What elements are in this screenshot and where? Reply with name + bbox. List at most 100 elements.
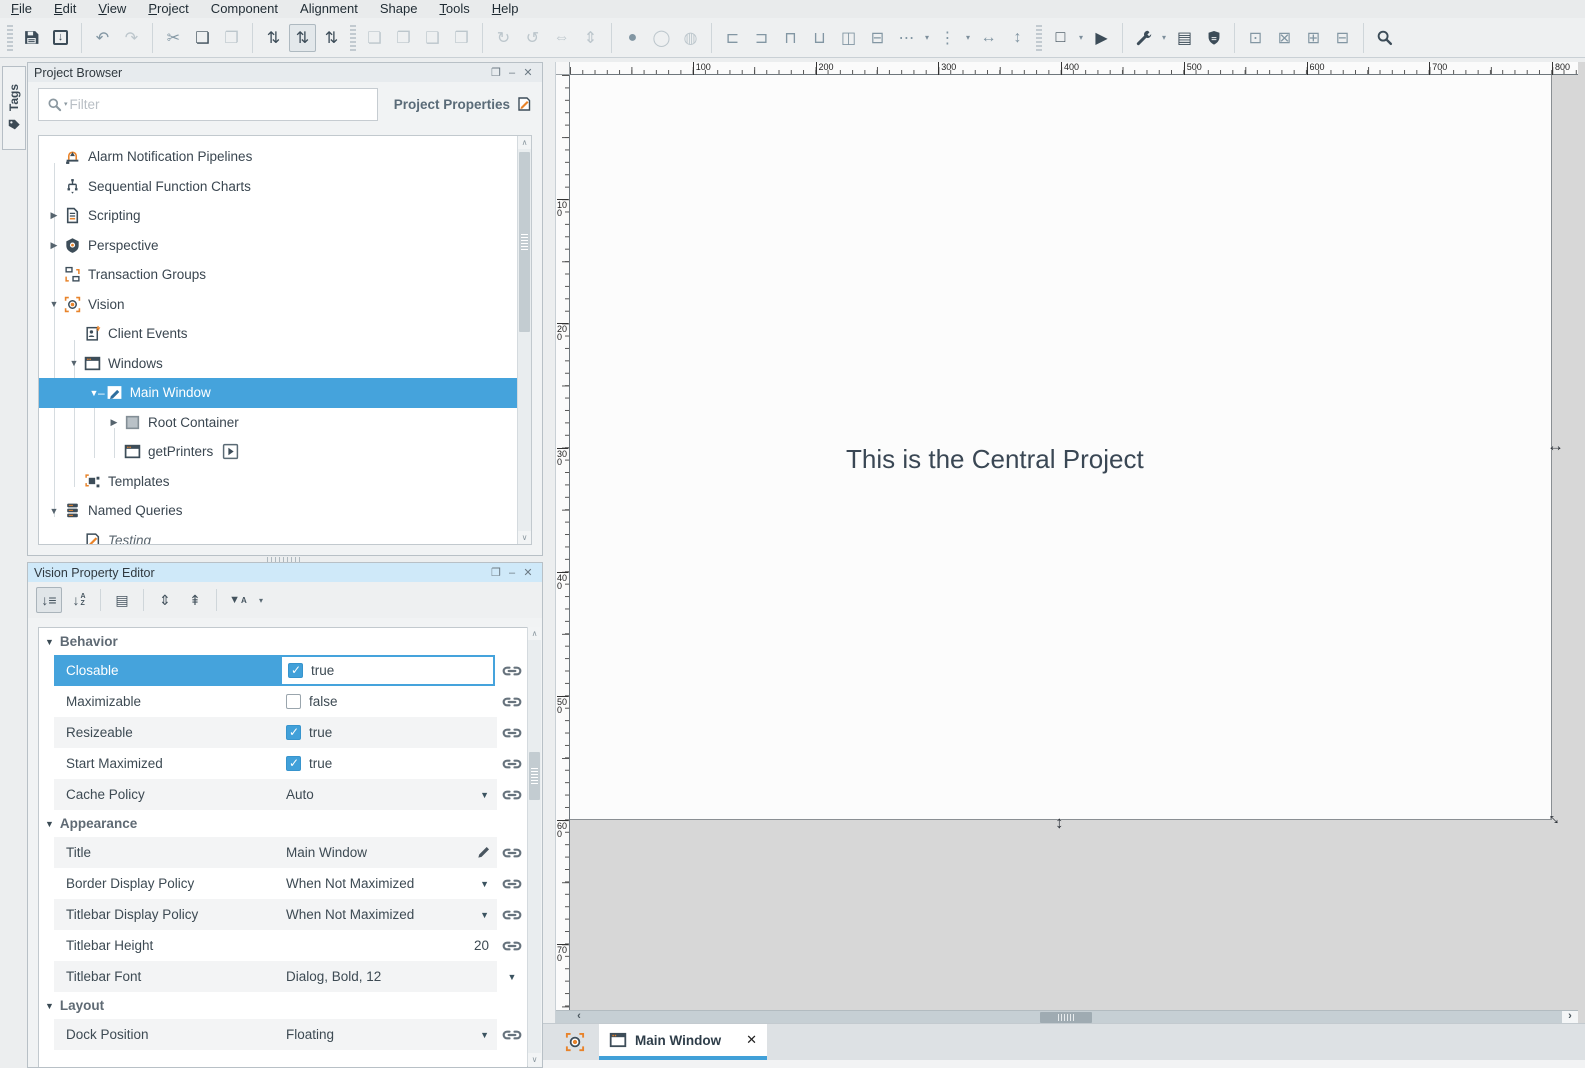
menu-tools[interactable]: Tools <box>428 0 480 18</box>
gateway-security-button[interactable] <box>1200 24 1227 52</box>
flip-vertical-button[interactable]: ⇕ <box>577 24 604 52</box>
align-center-v-button[interactable]: ⊟ <box>864 24 891 52</box>
align-top-button[interactable]: ⊓ <box>777 24 804 52</box>
close-panel-icon[interactable]: ✕ <box>520 566 536 579</box>
property-editor-scrollbar[interactable]: ∧ ∨ <box>527 627 541 1066</box>
tree-item-root-container[interactable]: ▶Root Container <box>39 408 517 438</box>
close-panel-icon[interactable]: ✕ <box>520 66 536 79</box>
distribute-h-caret-icon[interactable]: ▾ <box>922 33 932 42</box>
dropdown-titlebar-display-policy[interactable]: When Not Maximized▼ <box>280 899 497 930</box>
cut-button[interactable]: ✂ <box>160 24 187 52</box>
menu-file[interactable]: File <box>0 0 43 18</box>
edit-pencil-icon[interactable] <box>476 845 491 860</box>
save-import-icon[interactable]: ↓ <box>47 24 74 52</box>
align-bottom-button[interactable]: ⊔ <box>806 24 833 52</box>
bind-property-icon[interactable] <box>497 837 527 868</box>
undo-button[interactable]: ↶ <box>89 24 116 52</box>
collapse-section-icon[interactable]: ▼ <box>45 819 54 829</box>
bind-property-icon[interactable] <box>497 717 527 748</box>
expand-categories-button[interactable]: ⇕ <box>152 587 178 613</box>
dropdown-caret-icon[interactable]: ▼ <box>480 1030 491 1040</box>
copy-button[interactable]: ❏ <box>189 24 216 52</box>
tab-main-window[interactable]: Main Window ✕ <box>599 1024 767 1060</box>
property-row-cache-policy[interactable]: Cache Policy Auto▼ <box>39 779 527 810</box>
toolbar-grip[interactable] <box>7 25 13 51</box>
section-layout[interactable]: ▼Layout <box>39 992 527 1019</box>
expand-closed-icon[interactable]: ▶ <box>107 417 121 428</box>
filter-input[interactable] <box>70 97 369 112</box>
scrollbar-thumb[interactable] <box>529 752 540 800</box>
property-row-titlebar-display-policy[interactable]: Titlebar Display Policy When Not Maximiz… <box>39 899 527 930</box>
run-script-icon[interactable] <box>222 443 239 460</box>
bind-property-icon[interactable] <box>497 655 527 686</box>
tree-item-perspective[interactable]: ▶Perspective <box>39 231 517 261</box>
scroll-down-icon[interactable]: ∨ <box>528 1053 541 1066</box>
shape-union-button[interactable]: ● <box>619 24 646 52</box>
zoom-100-button[interactable]: ⊟ <box>1329 24 1356 52</box>
search-options-caret-icon[interactable]: ▾ <box>64 100 68 108</box>
bring-forward-button[interactable]: ❐ <box>390 24 417 52</box>
play-preview-button[interactable]: ▶ <box>1088 24 1115 52</box>
checkbox-checked[interactable] <box>286 725 301 740</box>
align-right-button[interactable]: ⊐ <box>748 24 775 52</box>
section-behavior[interactable]: ▼Behavior <box>39 628 527 655</box>
dropdown-titlebar-font[interactable]: Dialog, Bold, 12 <box>280 961 497 992</box>
script-console-button[interactable]: ▤ <box>1171 24 1198 52</box>
tree-item-vision[interactable]: ▼Vision <box>39 290 517 320</box>
scroll-up-icon[interactable]: ∧ <box>528 627 541 640</box>
property-row-dock-position[interactable]: Dock Position Floating▼ <box>39 1019 527 1050</box>
tree-item-windows[interactable]: ▼Windows <box>39 349 517 379</box>
tree-item-main-window[interactable]: ▼–Main Window <box>39 378 531 408</box>
shape-difference-button[interactable]: ◯ <box>648 24 675 52</box>
zoom-magnifier-button[interactable] <box>1371 24 1398 52</box>
expand-closed-icon[interactable]: ▶ <box>47 210 61 221</box>
dropdown-caret-icon[interactable]: ▼ <box>480 879 491 889</box>
align-left-button[interactable]: ⊏ <box>719 24 746 52</box>
dropdown-caret-icon[interactable]: ▼ <box>497 961 527 992</box>
dropdown-dock-position[interactable]: Floating▼ <box>280 1019 497 1050</box>
scroll-up-icon[interactable]: ∧ <box>518 136 531 149</box>
project-properties-link[interactable]: Project Properties <box>394 96 532 112</box>
minimize-panel-icon[interactable]: – <box>504 567 520 579</box>
tree-item-client-events[interactable]: Client Events <box>39 319 517 349</box>
zoom-fit-button[interactable]: ⊠ <box>1271 24 1298 52</box>
toolbar-grip[interactable] <box>350 25 356 51</box>
tree-item-transaction-groups[interactable]: Transaction Groups <box>39 260 517 290</box>
bring-to-front-button[interactable]: ❑ <box>419 24 446 52</box>
bind-property-icon[interactable] <box>497 686 527 717</box>
redo-button[interactable]: ↷ <box>118 24 145 52</box>
close-tab-icon[interactable]: ✕ <box>746 1032 757 1048</box>
preview-mode-button[interactable]: □ <box>1047 24 1074 52</box>
tree-item-alarm-notification-pipelines[interactable]: Alarm Notification Pipelines <box>39 142 517 172</box>
property-row-titlebar-height[interactable]: Titlebar Height 20 <box>39 930 527 961</box>
menu-edit[interactable]: Edit <box>43 0 87 18</box>
tree-item-sequential-function-charts[interactable]: Sequential Function Charts <box>39 172 517 202</box>
expand-open-icon[interactable]: ▼ <box>67 358 81 368</box>
scrollbar-thumb[interactable] <box>1040 1012 1092 1023</box>
save-button[interactable] <box>18 24 45 52</box>
preview-caret-icon[interactable]: ▾ <box>1076 33 1086 42</box>
tree-item-scripting[interactable]: ▶Scripting <box>39 201 517 231</box>
tree-item-templates[interactable]: Templates <box>39 467 517 497</box>
property-row-closable[interactable]: Closable true <box>39 655 527 686</box>
property-row-border-display-policy[interactable]: Border Display Policy When Not Maximized… <box>39 868 527 899</box>
bind-property-icon[interactable] <box>497 868 527 899</box>
menu-component[interactable]: Component <box>200 0 289 18</box>
checkbox-checked[interactable] <box>286 756 301 771</box>
toolbar-grip[interactable] <box>1036 25 1042 51</box>
dropdown-caret-icon[interactable]: ▼ <box>480 910 491 920</box>
tree-item-getprinters[interactable]: getPrinters <box>39 437 517 467</box>
dropdown-border-display-policy[interactable]: When Not Maximized▼ <box>280 868 497 899</box>
scrollbar-thumb[interactable] <box>519 152 530 332</box>
send-backward-button[interactable]: ❏ <box>361 24 388 52</box>
rotate-ccw-button[interactable]: ↺ <box>519 24 546 52</box>
swap-order-button[interactable]: ⇅ <box>289 24 316 52</box>
wrench-caret-icon[interactable]: ▾ <box>1159 33 1169 42</box>
section-appearance[interactable]: ▼Appearance <box>39 810 527 837</box>
filter-properties-button[interactable]: ▼A <box>225 587 251 613</box>
collapse-section-icon[interactable]: ▼ <box>45 637 54 647</box>
size-height-button[interactable]: ↕ <box>1004 24 1031 52</box>
property-row-titlebar-font[interactable]: Titlebar Font Dialog, Bold, 12 ▼ <box>39 961 527 992</box>
distribute-v-caret-icon[interactable]: ▾ <box>963 33 973 42</box>
distribute-h-button[interactable]: ⋯ <box>893 24 920 52</box>
